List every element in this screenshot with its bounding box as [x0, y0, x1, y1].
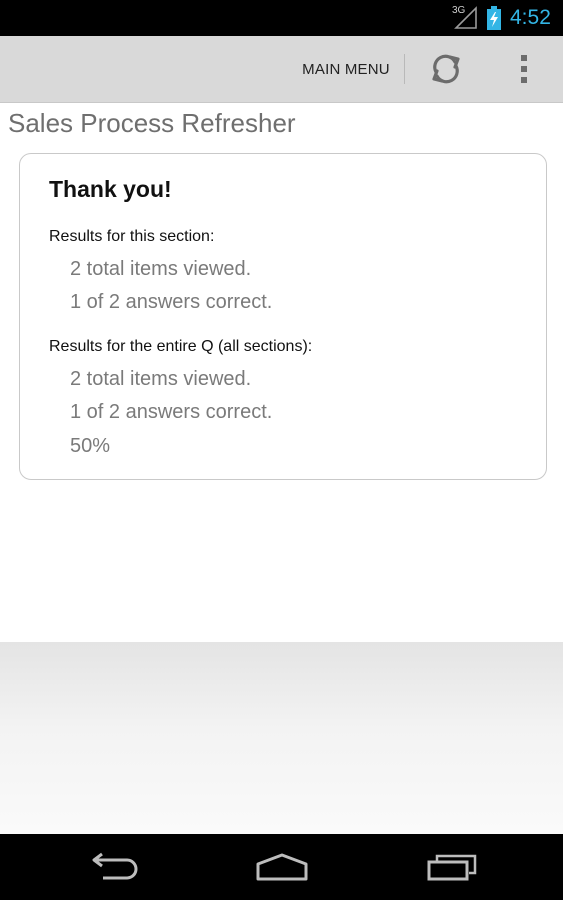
action-bar: MAIN MENU: [0, 36, 563, 103]
status-bar: 3G 4:52: [0, 0, 563, 36]
results-card: Thank you! Results for this section: 2 t…: [19, 153, 547, 480]
battery-charging-icon: [487, 6, 501, 30]
overall-answers-correct: 1 of 2 answers correct.: [70, 401, 273, 423]
card-heading: Thank you!: [49, 176, 172, 202]
page-title: Sales Process Refresher: [8, 108, 296, 138]
overflow-menu-button[interactable]: [500, 36, 548, 102]
section-items-viewed: 2 total items viewed.: [70, 258, 252, 280]
overall-score: 50%: [70, 435, 111, 457]
recent-apps-icon: [427, 854, 477, 881]
overall-items-viewed: 2 total items viewed.: [70, 368, 252, 390]
refresh-button[interactable]: [416, 36, 476, 102]
lower-background: [0, 642, 563, 834]
refresh-icon: [432, 54, 460, 84]
status-clock: 4:52: [510, 6, 551, 29]
home-icon: [256, 853, 308, 881]
recent-apps-button[interactable]: [410, 834, 494, 900]
home-button[interactable]: [240, 834, 324, 900]
section-results-label: Results for this section:: [49, 228, 215, 245]
back-button[interactable]: [72, 834, 156, 900]
system-navigation-bar: [0, 834, 563, 900]
back-icon: [92, 852, 138, 880]
cellular-signal-icon: [454, 6, 477, 29]
main-menu-button[interactable]: MAIN MENU: [290, 36, 402, 102]
overflow-menu-icon: [521, 55, 527, 83]
overall-results-label: Results for the entire Q (all sections):: [49, 338, 313, 355]
section-answers-correct: 1 of 2 answers correct.: [70, 291, 273, 313]
action-bar-divider: [404, 54, 405, 84]
